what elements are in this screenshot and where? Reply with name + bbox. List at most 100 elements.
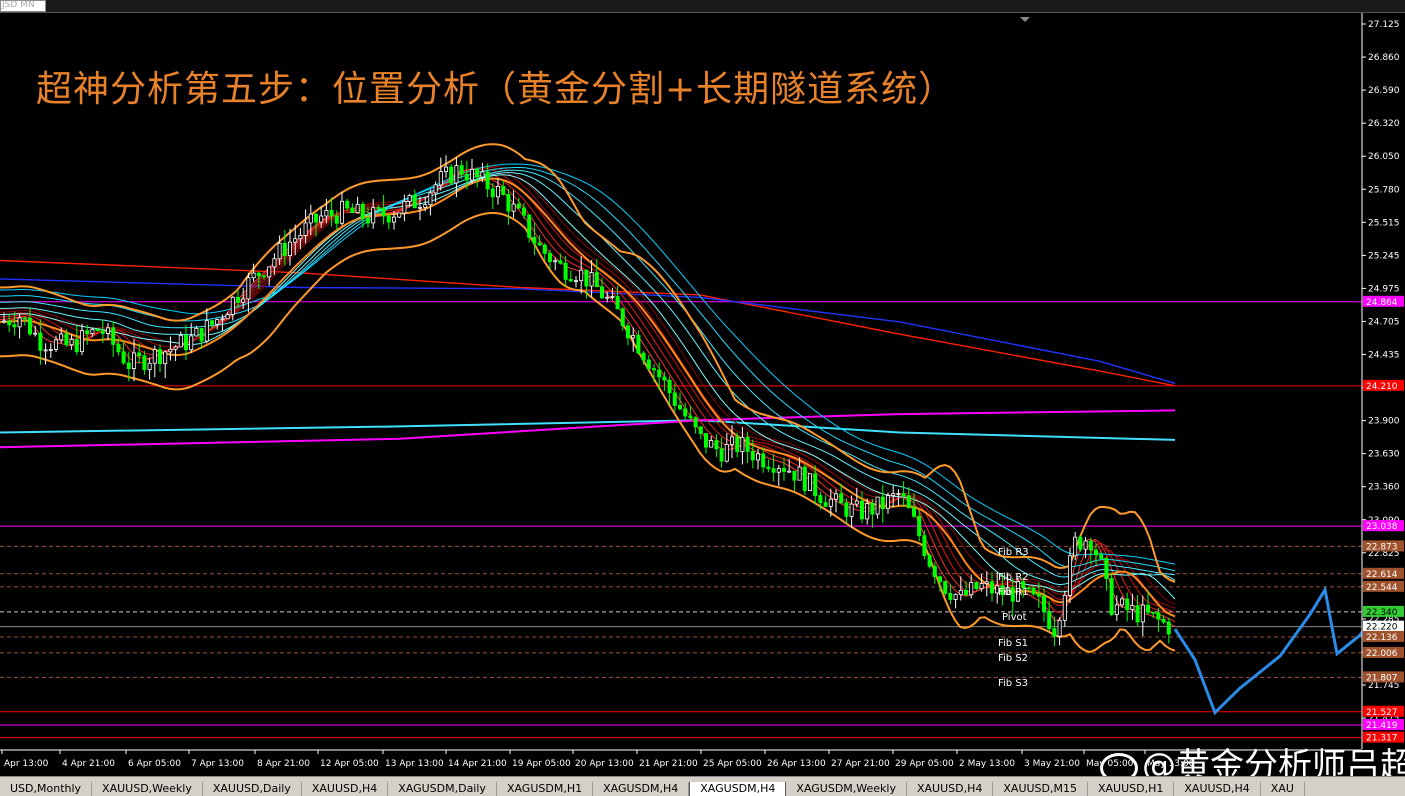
time-tick-label: 4 Apr 21:00 — [62, 759, 115, 769]
candle-body — [574, 280, 579, 283]
candle-body — [594, 272, 599, 288]
chart-tab[interactable]: XAUUSD,H4 — [302, 782, 389, 796]
time-tick-label: 25 Apr 05:00 — [703, 759, 762, 769]
chart-tab[interactable]: XAGUSDM,H4 — [593, 782, 690, 796]
candle-body — [407, 194, 412, 202]
price-label: 24.864 — [1366, 298, 1398, 308]
candle-body — [984, 581, 989, 584]
chart-tab[interactable]: XAGUSDM,H4 — [689, 782, 787, 796]
candle-body — [1151, 611, 1156, 614]
candle-body — [38, 332, 43, 351]
chart-tab[interactable]: XAUUSD,H4 — [1174, 782, 1261, 796]
candle-body — [376, 207, 381, 210]
candle-body — [553, 260, 558, 263]
candle-body — [522, 207, 527, 216]
candle-body — [225, 314, 230, 320]
candle-body — [589, 272, 594, 287]
chart-tab[interactable]: XAGUSDM,Weekly — [786, 782, 907, 796]
candle-body — [584, 269, 589, 287]
price-tick-label: 25.245 — [1368, 251, 1400, 261]
window-title: JSD MN — [2, 0, 35, 10]
candle-body — [652, 368, 657, 371]
candle-body — [1146, 604, 1151, 613]
candle-body — [1140, 604, 1145, 623]
candle-body — [667, 379, 672, 394]
candle-body — [459, 165, 464, 175]
chart-tab[interactable]: XAUUSD,Weekly — [92, 782, 203, 796]
candle-body — [917, 515, 922, 537]
chart-tab[interactable]: USD,Monthly — [0, 782, 93, 796]
chart-tab[interactable]: XAU — [1261, 782, 1305, 796]
candle-body — [1062, 594, 1067, 621]
price-label: 23.038 — [1366, 522, 1398, 532]
time-tick-label: 2 May 13:00 — [959, 759, 1015, 769]
candle-body — [64, 333, 69, 346]
candle-body — [7, 320, 12, 326]
candle-body — [870, 503, 875, 515]
chart-tab[interactable]: XAGUSDM,H1 — [497, 782, 594, 796]
chart-title: 超神分析第五步：位置分析（黄金分割+长期隧道系统） — [36, 69, 956, 110]
candle-body — [355, 203, 360, 213]
candle-body — [178, 334, 183, 348]
candle-body — [126, 362, 131, 369]
candle-body — [797, 466, 802, 481]
candle-body — [548, 253, 553, 263]
candle-body — [402, 201, 407, 214]
candle-body — [27, 317, 32, 335]
chart-tab[interactable]: XAGUSDM,Daily — [388, 782, 497, 796]
candle-body — [22, 317, 27, 320]
candle-body — [958, 589, 963, 595]
candle-body — [610, 296, 615, 298]
candle-body — [428, 192, 433, 206]
time-tick-label: 27 Apr 21:00 — [831, 759, 890, 769]
candle-body — [1031, 587, 1036, 595]
candle-body — [860, 500, 865, 520]
candle-body — [891, 493, 896, 496]
candle-body — [235, 296, 240, 303]
candle-body — [568, 279, 573, 282]
fib-label: Pivot — [1002, 612, 1027, 623]
chart-tab[interactable]: XAUUSD,H1 — [1088, 782, 1175, 796]
candle-body — [537, 242, 542, 246]
candle-body — [1088, 540, 1093, 551]
price-label: 22.006 — [1366, 649, 1398, 659]
price-tick-label: 25.515 — [1368, 218, 1400, 228]
candle-body — [782, 468, 787, 472]
candle-body — [901, 493, 906, 497]
candle-body — [69, 339, 74, 346]
time-tick-label: 3 May 21:00 — [1024, 759, 1080, 769]
candle-body — [189, 335, 194, 351]
price-label: 22.544 — [1366, 583, 1398, 593]
candle-body — [854, 500, 859, 505]
candle-body — [74, 339, 79, 353]
candle-body — [490, 188, 495, 198]
candle-body — [12, 324, 17, 328]
price-label: 22.614 — [1366, 570, 1398, 580]
candle-body — [111, 327, 116, 345]
price-tick-label: 24.705 — [1368, 317, 1400, 327]
price-tick-label: 26.860 — [1368, 53, 1400, 63]
candle-body — [1156, 612, 1161, 620]
chart-tab[interactable]: XAUUSD,M15 — [993, 782, 1088, 796]
candle-body — [979, 583, 984, 590]
price-chart[interactable]: 27.125 26.860 26.590 26.320 26.050 25.780 25.5… — [0, 13, 1405, 776]
chart-tab[interactable]: XAUUSD,Daily — [203, 782, 302, 796]
candle-body — [506, 194, 511, 212]
candle-body — [693, 417, 698, 428]
price-tick-label: 23.900 — [1368, 417, 1400, 427]
candle-body — [1099, 554, 1104, 559]
candle-body — [766, 466, 771, 470]
candle-body — [246, 277, 251, 300]
candle-body — [17, 317, 22, 328]
chart-tab[interactable]: XAUUSD,H4 — [907, 782, 994, 796]
candle-body — [906, 495, 911, 509]
candle-body — [163, 351, 168, 364]
candle-body — [969, 582, 974, 596]
fib-label: Fib R2 — [998, 572, 1029, 583]
price-tick-label: 24.975 — [1368, 284, 1400, 294]
candle-body — [157, 349, 162, 364]
price-label: 21.419 — [1366, 721, 1398, 731]
fib-label: Fib R3 — [998, 547, 1029, 558]
candle-body — [896, 493, 901, 495]
candle-body — [636, 334, 641, 354]
